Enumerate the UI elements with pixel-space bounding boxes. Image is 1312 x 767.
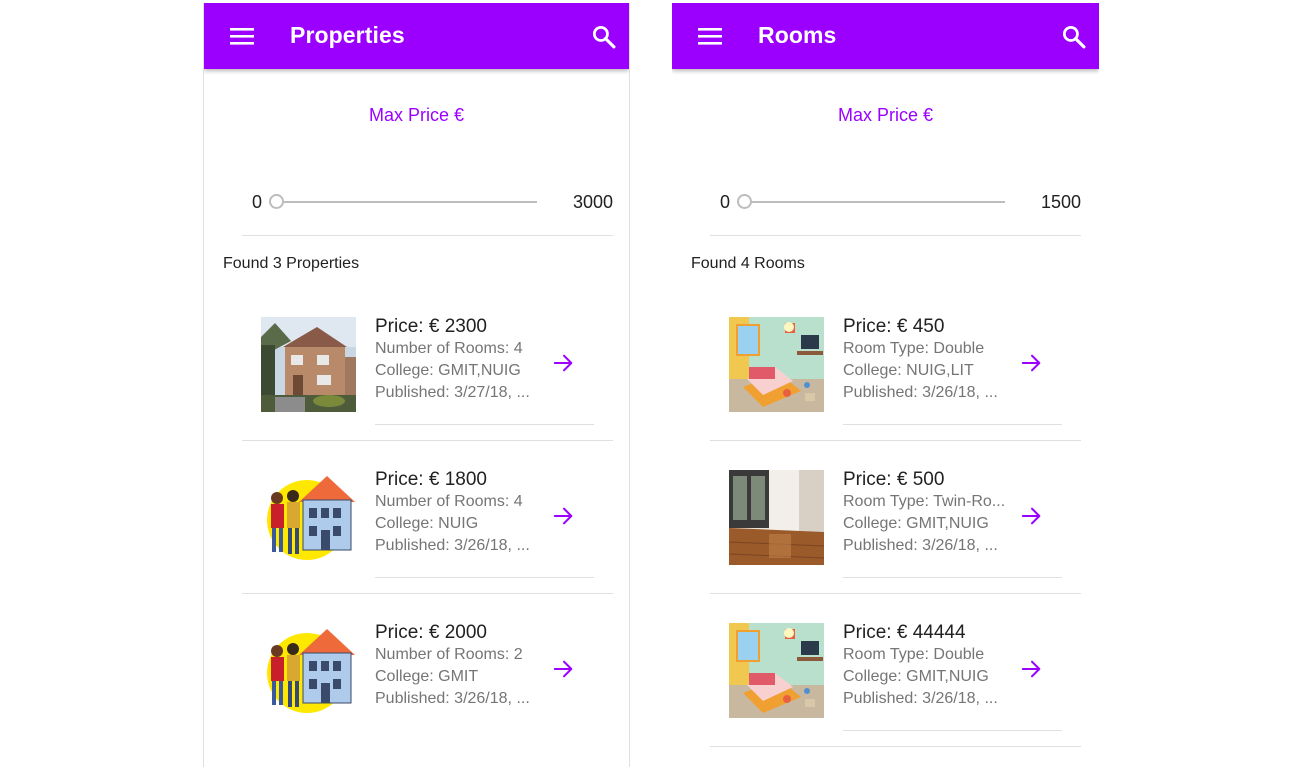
item-price: Price: € 450 [843,316,945,337]
range-min-label: 0 [720,192,731,212]
item-rooms: Number of Rooms: 2 [375,646,523,663]
item-published: Published: 3/26/18, ... [843,690,998,707]
price-slider[interactable] [280,201,537,203]
max-price-label: Max Price € [368,105,465,125]
menu-icon [230,28,254,45]
arrow-forward-icon[interactable] [1021,352,1043,374]
list-item[interactable]: Price: € 2300 Number of Rooms: 4 College… [204,288,629,441]
item-college: College: GMIT [375,668,479,685]
search-icon [592,25,616,49]
room-cartoon-image [729,623,824,718]
item-room-type: Room Type: Double [843,340,985,357]
item-published: Published: 3/26/18, ... [843,537,998,554]
divider [843,424,1062,425]
search-icon [1062,25,1086,49]
item-college: College: NUIG,LIT [843,362,974,379]
item-rooms: Number of Rooms: 4 [375,493,523,510]
arrow-forward-icon[interactable] [553,505,575,527]
item-published: Published: 3/26/18, ... [843,384,998,401]
price-range: 0 1500 [710,189,1081,219]
rooms-screen: Rooms Max Price € 0 1500 Found 4 Rooms P… [672,3,1099,767]
item-price: Price: € 1800 [375,469,487,490]
item-college: College: GMIT,NUIG [375,362,521,379]
divider [843,577,1062,578]
price-range: 0 3000 [242,189,613,219]
house-photo-image [261,317,356,412]
room-cartoon-image [729,317,824,412]
item-published: Published: 3/27/18, ... [375,384,530,401]
range-min-label: 0 [252,192,263,212]
item-price: Price: € 44444 [843,622,966,643]
divider [375,424,594,425]
list-item[interactable]: Price: € 500 Room Type: Twin-Ro... Colle… [672,441,1099,594]
house-cartoon-image [261,623,356,718]
arrow-forward-icon[interactable] [1021,658,1043,680]
results-count: Found 3 Properties [223,255,360,272]
arrow-forward-icon[interactable] [1021,505,1043,527]
item-published: Published: 3/26/18, ... [375,690,530,707]
arrow-forward-icon[interactable] [553,352,575,374]
property-list: Price: € 2300 Number of Rooms: 4 College… [204,288,629,747]
menu-button[interactable] [690,18,730,54]
divider [710,235,1081,236]
arrow-forward-icon[interactable] [553,658,575,680]
range-max-label: 1500 [1040,192,1081,212]
search-button[interactable] [1055,18,1091,54]
results-count: Found 4 Rooms [691,255,805,272]
divider [242,235,613,236]
list-item[interactable]: Price: € 44444 Room Type: Double College… [672,594,1099,747]
list-item[interactable]: Price: € 2000 Number of Rooms: 2 College… [204,594,629,747]
item-price: Price: € 2000 [375,622,487,643]
slider-knob[interactable] [269,194,284,209]
price-slider[interactable] [748,201,1005,203]
slider-knob[interactable] [737,194,752,209]
item-price: Price: € 2300 [375,316,487,337]
item-college: College: NUIG [375,515,479,532]
item-college: College: GMIT,NUIG [843,668,989,685]
toolbar: Properties [204,3,629,69]
properties-screen: Properties Max Price € 0 3000 Found 3 Pr… [203,3,630,767]
list-item[interactable]: Price: € 1800 Number of Rooms: 4 College… [204,441,629,594]
page-title: Rooms [758,22,837,48]
item-published: Published: 3/26/18, ... [375,537,530,554]
divider [710,746,1081,747]
room-photo-image [729,470,824,565]
divider [375,577,594,578]
list-item[interactable]: Price: € 450 Room Type: Double College: … [672,288,1099,441]
item-price: Price: € 500 [843,469,945,490]
room-list: Price: € 450 Room Type: Double College: … [672,288,1099,747]
item-college: College: GMIT,NUIG [843,515,989,532]
menu-button[interactable] [222,18,262,54]
max-price-label: Max Price € [837,105,934,125]
page-title: Properties [290,22,405,48]
search-button[interactable] [585,18,621,54]
menu-icon [698,28,722,45]
divider [843,730,1062,731]
item-rooms: Number of Rooms: 4 [375,340,523,357]
toolbar: Rooms [672,3,1099,69]
item-room-type: Room Type: Double [843,646,985,663]
item-room-type: Room Type: Twin-Ro... [843,493,1006,510]
house-cartoon-image [261,470,356,565]
range-max-label: 3000 [572,192,613,212]
